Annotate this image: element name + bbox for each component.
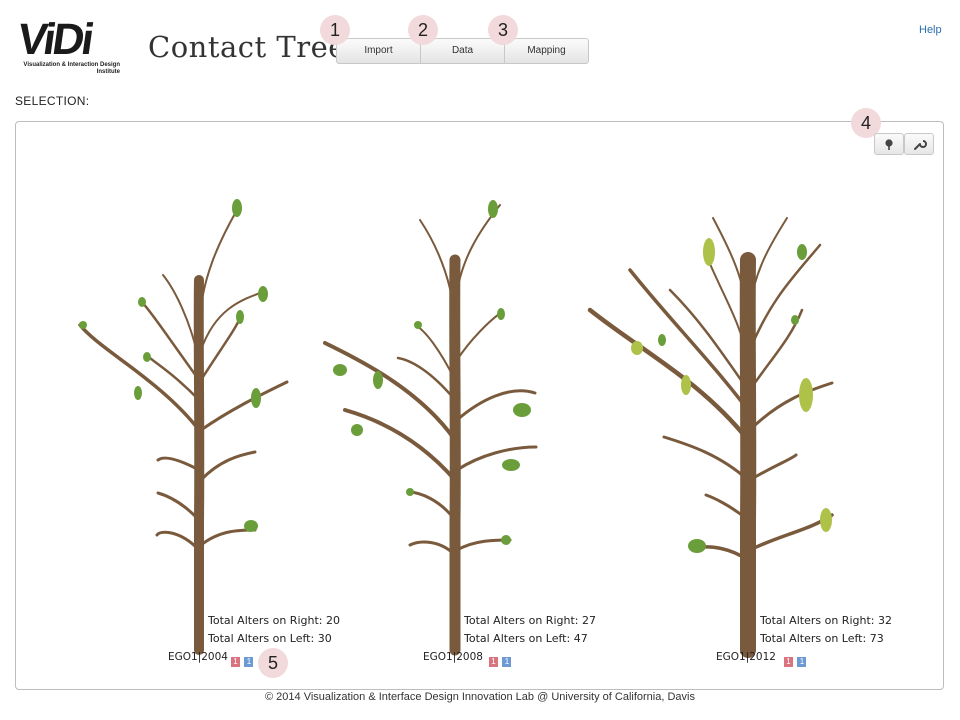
tree-3-left-total: Total Alters on Left: 73	[760, 632, 884, 645]
tree-2-ego-label[interactable]: EGO1|2008	[423, 651, 483, 663]
tree-1-mini-icons[interactable]: 1 1	[231, 651, 254, 669]
contact-tree-2004	[78, 199, 289, 655]
tree-3-ego-label[interactable]: EGO1|2012	[716, 651, 776, 663]
tree-1-right-total: Total Alters on Right: 20	[208, 614, 340, 627]
tree-1-left-total: Total Alters on Left: 30	[208, 632, 332, 645]
tree-2-mini-icons[interactable]: 1 1	[489, 651, 512, 669]
tree-2-right-total: Total Alters on Right: 27	[464, 614, 596, 627]
callout-badge-ego: 5	[258, 648, 288, 678]
ego-red-icon: 1	[784, 657, 793, 667]
contact-tree-2008	[323, 200, 538, 656]
ego-red-icon: 1	[489, 657, 498, 667]
tree-1-ego-label[interactable]: EGO1|2004	[168, 651, 228, 663]
ego-red-icon: 1	[231, 657, 240, 667]
contact-tree-2012	[587, 217, 834, 658]
ego-blue-icon: 1	[502, 657, 512, 667]
tree-3-right-total: Total Alters on Right: 32	[760, 614, 892, 627]
ego-blue-icon: 1	[797, 657, 807, 667]
tree-3-mini-icons[interactable]: 1 1	[784, 651, 807, 669]
ego-blue-icon: 1	[244, 657, 254, 667]
contact-trees	[78, 199, 834, 658]
footer-copyright: © 2014 Visualization & Interface Design …	[265, 691, 695, 703]
tree-2-left-total: Total Alters on Left: 47	[464, 632, 588, 645]
